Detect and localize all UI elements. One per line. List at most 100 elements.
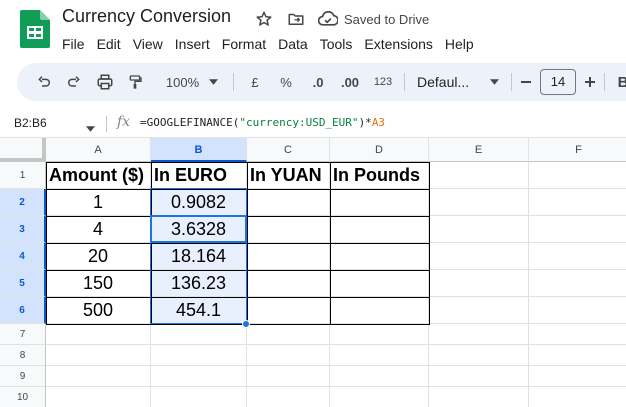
row-header-3[interactable]: 3 [0, 216, 46, 243]
row-header-7[interactable]: 7 [0, 324, 46, 345]
cell-c6[interactable] [247, 297, 330, 324]
cell-d7[interactable] [330, 324, 429, 345]
cell-a1[interactable]: Amount ($) [46, 162, 151, 189]
cell-e7[interactable] [429, 324, 529, 345]
print-icon[interactable] [95, 72, 115, 92]
cell-f10[interactable] [529, 387, 626, 407]
save-status[interactable]: Saved to Drive [318, 9, 429, 29]
column-header-e[interactable]: E [429, 138, 529, 162]
fill-handle[interactable] [242, 320, 250, 328]
cell-f5[interactable] [529, 270, 626, 297]
menu-insert[interactable]: Insert [169, 34, 216, 54]
cell-d10[interactable] [330, 387, 429, 407]
row-header-8[interactable]: 8 [0, 345, 46, 366]
select-all-corner[interactable] [0, 138, 46, 162]
cell-c5[interactable] [247, 270, 330, 297]
cell-a4[interactable]: 20 [46, 243, 151, 270]
undo-icon[interactable] [34, 72, 54, 92]
column-header-d[interactable]: D [330, 138, 429, 162]
cell-e1[interactable] [429, 162, 529, 189]
cell-b6[interactable]: 454.1 [151, 297, 247, 324]
cell-b4[interactable]: 18.164 [151, 243, 247, 270]
row-header-10[interactable]: 10 [0, 387, 46, 407]
row-header-9[interactable]: 9 [0, 366, 46, 387]
document-title[interactable]: Currency Conversion [62, 6, 231, 27]
cell-b7[interactable] [151, 324, 247, 345]
dropdown-arrow-icon[interactable] [86, 119, 95, 137]
cell-c7[interactable] [247, 324, 330, 345]
cell-e10[interactable] [429, 387, 529, 407]
row-header-5[interactable]: 5 [0, 270, 46, 297]
cell-b3[interactable]: 3.6328 [151, 216, 247, 243]
cell-d2[interactable] [330, 189, 429, 216]
menu-data[interactable]: Data [272, 34, 314, 54]
cell-d9[interactable] [330, 366, 429, 387]
row-header-4[interactable]: 4 [0, 243, 46, 270]
star-icon[interactable] [254, 9, 274, 29]
cell-a8[interactable] [46, 345, 151, 366]
cell-a9[interactable] [46, 366, 151, 387]
menu-tools[interactable]: Tools [314, 34, 359, 54]
menu-help[interactable]: Help [439, 34, 480, 54]
increase-decimal-button[interactable]: .00 [339, 72, 361, 92]
menu-edit[interactable]: Edit [91, 34, 127, 54]
cell-f3[interactable] [529, 216, 626, 243]
menu-file[interactable]: File [56, 34, 91, 54]
font-size-input[interactable]: 14 [540, 69, 576, 95]
cell-e4[interactable] [429, 243, 529, 270]
cell-f4[interactable] [529, 243, 626, 270]
cell-e9[interactable] [429, 366, 529, 387]
menu-format[interactable]: Format [216, 34, 272, 54]
cell-a3[interactable]: 4 [46, 216, 151, 243]
cell-c2[interactable] [247, 189, 330, 216]
cell-d1[interactable]: In Pounds [330, 162, 429, 189]
cell-b10[interactable] [151, 387, 247, 407]
cell-f2[interactable] [529, 189, 626, 216]
cell-d8[interactable] [330, 345, 429, 366]
minus-icon[interactable] [518, 72, 534, 92]
cell-b5[interactable]: 136.23 [151, 270, 247, 297]
cell-d5[interactable] [330, 270, 429, 297]
cell-e6[interactable] [429, 297, 529, 324]
formula-input[interactable]: =GOOGLEFINANCE("currency:USD_EUR")*A3 [140, 116, 385, 129]
column-header-c[interactable]: C [247, 138, 330, 162]
cell-b9[interactable] [151, 366, 247, 387]
plus-icon[interactable] [582, 72, 598, 92]
cell-e8[interactable] [429, 345, 529, 366]
column-header-f[interactable]: F [529, 138, 626, 162]
sheets-logo-icon[interactable] [20, 10, 50, 48]
paint-format-icon[interactable] [125, 72, 145, 92]
cell-a2[interactable]: 1 [46, 189, 151, 216]
cell-b8[interactable] [151, 345, 247, 366]
number-format-button[interactable]: 123 [372, 72, 394, 92]
cell-b2[interactable]: 0.9082 [151, 189, 247, 216]
font-select[interactable]: Defaul... [417, 72, 499, 92]
cell-c3[interactable] [247, 216, 330, 243]
currency-format-button[interactable]: £ [245, 72, 265, 92]
name-box[interactable]: B2:B6 [14, 116, 47, 130]
cell-a7[interactable] [46, 324, 151, 345]
redo-icon[interactable] [64, 72, 84, 92]
cell-f9[interactable] [529, 366, 626, 387]
cell-f7[interactable] [529, 324, 626, 345]
cell-f8[interactable] [529, 345, 626, 366]
move-folder-icon[interactable] [286, 9, 306, 29]
cell-c4[interactable] [247, 243, 330, 270]
cell-f1[interactable] [529, 162, 626, 189]
row-header-1[interactable]: 1 [0, 162, 46, 189]
cell-c10[interactable] [247, 387, 330, 407]
column-header-a[interactable]: A [46, 138, 151, 162]
row-header-6[interactable]: 6 [0, 297, 46, 324]
cell-f6[interactable] [529, 297, 626, 324]
column-header-b[interactable]: B [151, 138, 247, 162]
cell-d3[interactable] [330, 216, 429, 243]
cell-c9[interactable] [247, 366, 330, 387]
row-header-2[interactable]: 2 [0, 189, 46, 216]
decrease-decimal-button[interactable]: .0 [307, 72, 329, 92]
zoom-select[interactable]: 100% [161, 72, 223, 92]
cell-d4[interactable] [330, 243, 429, 270]
cell-e5[interactable] [429, 270, 529, 297]
cell-a6[interactable]: 500 [46, 297, 151, 324]
cell-e3[interactable] [429, 216, 529, 243]
cell-e2[interactable] [429, 189, 529, 216]
